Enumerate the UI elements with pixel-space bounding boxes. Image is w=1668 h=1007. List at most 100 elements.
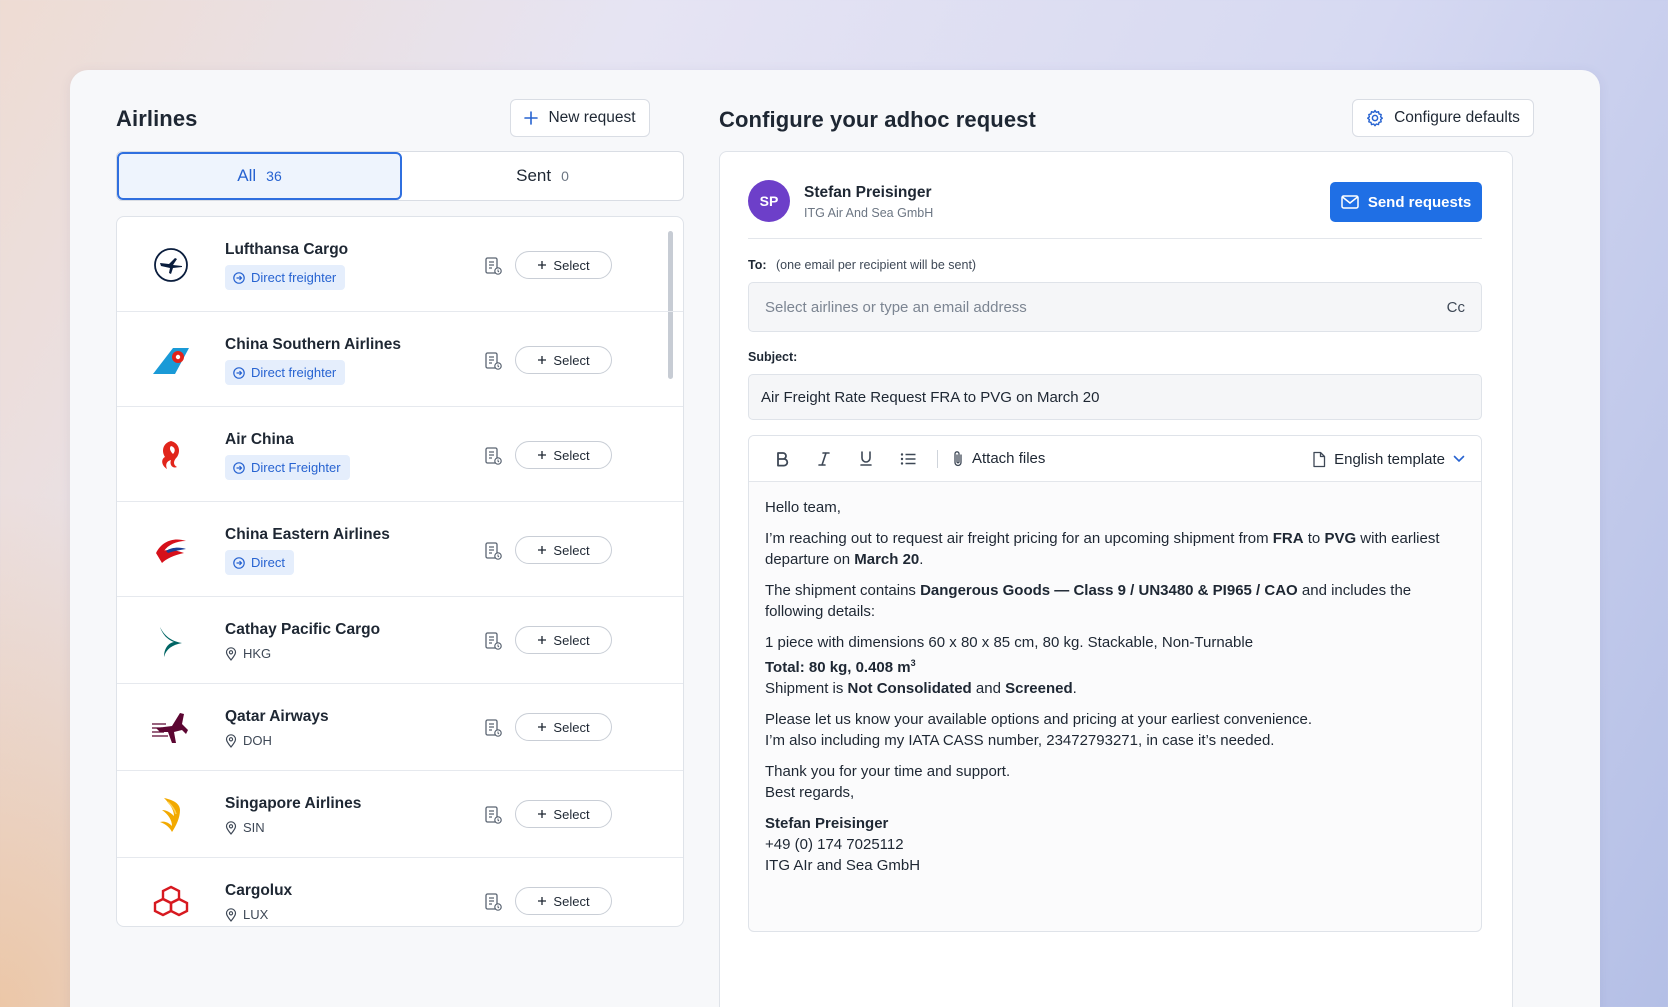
shipment-status-line: Shipment is Not Consolidated and Screene… xyxy=(765,680,1077,697)
service-badge: Direct freighter xyxy=(225,360,346,385)
china-southern-kapok-icon xyxy=(149,338,193,382)
location-code: DOH xyxy=(243,733,272,748)
document-icon xyxy=(1313,451,1326,467)
greeting: Hello team, xyxy=(765,499,841,516)
select-button[interactable]: Select xyxy=(515,713,612,741)
attach-files-label: Attach files xyxy=(972,450,1046,467)
select-label: Select xyxy=(553,352,590,368)
location-tag: HKG xyxy=(225,646,271,661)
new-request-button[interactable]: New request xyxy=(510,99,650,137)
airline-name: Lufthansa Cargo xyxy=(225,241,349,258)
select-label: Select xyxy=(553,719,590,735)
select-button[interactable]: Select xyxy=(515,887,612,915)
airline-row-china-southern-airlines: China Southern Airlines Direct freighter… xyxy=(117,312,683,407)
rate-sheet-icon[interactable] xyxy=(483,805,503,825)
airline-name: Singapore Airlines xyxy=(225,795,362,812)
underline-button[interactable] xyxy=(845,443,887,475)
sender-name: Stefan Preisinger xyxy=(804,184,932,201)
cathay-brushwing-icon xyxy=(149,619,193,663)
plus-icon xyxy=(538,546,547,554)
plus-icon xyxy=(538,636,547,644)
service-badge-label: Direct xyxy=(251,555,285,570)
plus-icon xyxy=(538,261,547,269)
recipient-placeholder: Select airlines or type an email address xyxy=(765,298,1027,316)
select-button[interactable]: Select xyxy=(515,800,612,828)
rate-sheet-icon[interactable] xyxy=(483,351,503,371)
send-requests-button[interactable]: Send requests xyxy=(1330,182,1482,222)
rate-sheet-icon[interactable] xyxy=(483,256,503,276)
plus-icon xyxy=(538,810,547,818)
email-body[interactable]: Hello team, I’m reaching out to request … xyxy=(749,482,1481,891)
select-label: Select xyxy=(553,632,590,648)
select-button[interactable]: Select xyxy=(515,251,612,279)
location-code: SIN xyxy=(243,820,265,835)
tab-sent-label: Sent xyxy=(516,166,552,185)
airline-name: Air China xyxy=(225,431,294,448)
lufthansa-crane-icon xyxy=(149,243,193,287)
select-label: Select xyxy=(553,447,590,463)
rate-sheet-icon[interactable] xyxy=(483,541,503,561)
airline-name: Qatar Airways xyxy=(225,708,329,725)
signature-name: Stefan Preisinger xyxy=(765,815,889,832)
body-paragraph-1: I’m reaching out to request air freight … xyxy=(765,530,1440,568)
direct-arrow-icon xyxy=(233,461,245,474)
to-hint: (one email per recipient will be sent) xyxy=(776,258,977,272)
plus-icon xyxy=(538,356,547,364)
airline-row-lufthansa-cargo: Lufthansa Cargo Direct freighter Select xyxy=(117,217,683,312)
plus-icon xyxy=(538,723,547,731)
tab-sent-count: 0 xyxy=(561,168,569,184)
recipient-input[interactable]: Select airlines or type an email address… xyxy=(748,282,1482,332)
direct-arrow-icon xyxy=(233,366,245,379)
service-badge-label: Direct freighter xyxy=(251,365,337,380)
singapore-bird-icon xyxy=(149,793,193,837)
plus-icon xyxy=(538,451,547,459)
location-pin-icon xyxy=(225,646,237,661)
plus-icon xyxy=(524,111,539,125)
location-code: LUX xyxy=(243,907,269,922)
mail-icon xyxy=(1341,195,1359,209)
service-badge-label: Direct Freighter xyxy=(251,460,341,475)
tab-all-count: 36 xyxy=(266,168,282,184)
select-button[interactable]: Select xyxy=(515,441,612,469)
qatar-oryx-icon xyxy=(149,706,193,750)
request-title: Configure your adhoc request xyxy=(719,107,1036,132)
service-badge: Direct freighter xyxy=(225,265,346,290)
airline-tabs: All 36 Sent 0 xyxy=(116,151,684,201)
rate-sheet-icon[interactable] xyxy=(483,631,503,651)
rate-sheet-icon[interactable] xyxy=(483,892,503,912)
to-label: To: xyxy=(748,258,767,272)
gear-icon xyxy=(1367,109,1384,127)
subject-label-row: Subject: xyxy=(748,350,797,364)
attach-files-button[interactable]: Attach files xyxy=(952,450,1045,467)
direct-arrow-icon xyxy=(233,271,245,284)
template-dropdown[interactable]: English template xyxy=(1312,436,1465,482)
location-tag: LUX xyxy=(225,907,268,922)
email-editor: Attach files English template Hello team… xyxy=(748,435,1482,932)
tab-all[interactable]: All 36 xyxy=(117,152,402,200)
tab-all-label: All xyxy=(237,166,257,185)
italic-button[interactable] xyxy=(803,443,845,475)
rate-sheet-icon[interactable] xyxy=(483,718,503,738)
select-button[interactable]: Select xyxy=(515,536,612,564)
regards-line: Best regards, xyxy=(765,784,855,801)
select-button[interactable]: Select xyxy=(515,346,612,374)
dimensions-line: 1 piece with dimensions 60 x 80 x 85 cm,… xyxy=(765,634,1254,651)
bold-button[interactable] xyxy=(761,443,803,475)
bullet-list-button[interactable] xyxy=(887,443,929,475)
toolbar-separator xyxy=(937,449,938,468)
location-tag: DOH xyxy=(225,733,272,748)
tab-sent[interactable]: Sent 0 xyxy=(402,152,683,200)
subject-input[interactable]: Air Freight Rate Request FRA to PVG on M… xyxy=(748,374,1482,420)
select-button[interactable]: Select xyxy=(515,626,612,654)
cc-toggle[interactable]: Cc xyxy=(1447,299,1465,316)
airlines-title: Airlines xyxy=(116,106,198,131)
italic-icon xyxy=(818,451,830,466)
airline-name: Cargolux xyxy=(225,882,293,899)
subject-label: Subject: xyxy=(748,350,798,364)
body-paragraph-2: The shipment contains Dangerous Goods — … xyxy=(765,582,1412,620)
air-china-phoenix-icon xyxy=(149,433,193,477)
service-badge: Direct Freighter xyxy=(225,455,350,480)
rate-sheet-icon[interactable] xyxy=(483,446,503,466)
new-request-label: New request xyxy=(548,109,636,126)
configure-defaults-button[interactable]: Configure defaults xyxy=(1352,99,1534,137)
